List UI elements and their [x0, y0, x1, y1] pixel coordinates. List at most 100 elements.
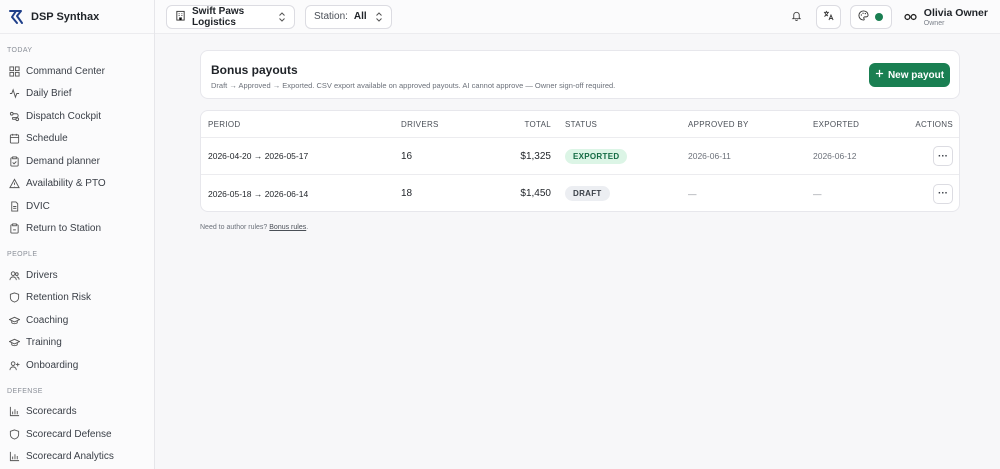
user-plus-icon: [9, 360, 20, 371]
row-actions-button[interactable]: ···: [933, 146, 953, 166]
theme-color-dot: [875, 13, 884, 21]
sidebar-item-coaching[interactable]: Coaching: [0, 309, 154, 332]
warning-triangle-icon: [9, 178, 20, 189]
sidebar-item-label: Coaching: [26, 314, 69, 326]
sidebar-item-label: Demand planner: [26, 155, 100, 167]
cell-drivers: 16: [401, 150, 413, 162]
language-button[interactable]: [815, 5, 841, 29]
sidebar-item-label: Training: [26, 337, 62, 349]
route-icon: [9, 111, 20, 122]
footnote-text: Need to author rules?: [200, 224, 270, 231]
document-icon: [9, 201, 20, 212]
sidebar-item-label: Command Center: [26, 65, 105, 77]
sidebar-item-demand-planner[interactable]: Demand planner: [0, 150, 154, 173]
bar-chart-icon: [9, 406, 20, 417]
user-name: Olivia Owner: [923, 6, 988, 19]
chevron-updown-icon: [375, 11, 383, 22]
page-subtitle: Draft → Approved → Exported. CSV export …: [211, 81, 616, 90]
sidebar: DSP Synthax TODAY Command Center Daily B…: [0, 0, 155, 469]
cell-total: $1,450: [520, 188, 551, 199]
sidebar-item-label: Daily Brief: [26, 88, 72, 100]
section-label-defense: DEFENSE: [7, 387, 43, 395]
payouts-header-card: Bonus payouts Draft → Approved → Exporte…: [200, 50, 960, 99]
sidebar-item-onboarding[interactable]: Onboarding: [0, 354, 154, 377]
footnote-end: .: [306, 224, 309, 231]
translate-icon: [823, 8, 834, 26]
calendar-icon: [9, 133, 20, 144]
sidebar-item-label: Availability & PTO: [26, 178, 106, 190]
sidebar-item-training[interactable]: Training: [0, 332, 154, 355]
column-header-period: PERIOD: [208, 119, 241, 129]
org-name: Swift Paws Logistics: [192, 5, 245, 28]
status-badge: DRAFT: [565, 186, 610, 201]
graduation-cap-icon: [9, 315, 20, 326]
chevron-updown-icon: [278, 11, 286, 22]
station-selector[interactable]: Station: All: [305, 4, 392, 29]
avatar-icon: [904, 8, 917, 26]
cell-actions: ···: [933, 146, 953, 166]
cell-period: 2026-05-18 → 2026-06-14: [208, 188, 309, 199]
table-row[interactable]: 2026-04-20 → 2026-05-17 16 $1,325 EXPORT…: [201, 138, 959, 175]
column-header-drivers: DRIVERS: [401, 119, 439, 129]
sidebar-item-scorecard-defense[interactable]: Scorecard Defense: [0, 423, 154, 446]
footnote: Need to author rules? Bonus rules.: [200, 224, 308, 231]
sidebar-item-label: Scorecards: [26, 406, 77, 418]
topbar-actions: Olivia Owner Owner: [787, 5, 988, 29]
sidebar-item-label: Onboarding: [26, 359, 79, 371]
sidebar-item-scorecards[interactable]: Scorecards: [0, 401, 154, 424]
users-icon: [9, 270, 20, 281]
brand-logo-icon: [8, 9, 24, 25]
app-shell: DSP Synthax TODAY Command Center Daily B…: [0, 0, 1000, 469]
cell-approved-by: —: [688, 188, 697, 199]
main-content: Swift Paws Logistics Station: All Olivia…: [155, 0, 1000, 469]
sidebar-item-drivers[interactable]: Drivers: [0, 264, 154, 287]
user-menu[interactable]: Olivia Owner Owner: [904, 7, 988, 28]
theme-button[interactable]: [849, 5, 892, 29]
building-icon: [175, 10, 186, 24]
shield-icon: [9, 429, 20, 440]
sidebar-item-command-center[interactable]: Command Center: [0, 60, 154, 83]
bonus-rules-link[interactable]: Bonus rules: [269, 224, 306, 231]
page-title: Bonus payouts: [211, 63, 298, 77]
plus-icon: [875, 69, 884, 81]
cell-approved-by: 2026-06-11: [688, 151, 731, 161]
sidebar-item-availability-pto[interactable]: Availability & PTO: [0, 173, 154, 196]
org-selector[interactable]: Swift Paws Logistics: [166, 4, 295, 29]
cell-exported: —: [813, 188, 822, 199]
station-label: Station:: [314, 11, 348, 22]
graduation-cap-icon: [9, 337, 20, 348]
sidebar-item-dispatch-cockpit[interactable]: Dispatch Cockpit: [0, 105, 154, 128]
sidebar-item-daily-brief[interactable]: Daily Brief: [0, 83, 154, 106]
bell-icon: [791, 8, 802, 26]
cell-actions: ···: [933, 183, 953, 204]
station-value: All: [353, 11, 367, 22]
column-header-actions: ACTIONS: [915, 119, 953, 129]
clipboard-icon: [9, 156, 20, 167]
row-actions-button[interactable]: ···: [933, 183, 953, 204]
sidebar-item-retention-risk[interactable]: Retention Risk: [0, 287, 154, 310]
column-header-status: STATUS: [565, 119, 598, 129]
section-label-people: PEOPLE: [7, 251, 38, 258]
brand-name: DSP Synthax: [31, 10, 100, 23]
sidebar-item-dvic[interactable]: DVIC: [0, 195, 154, 218]
user-role: Owner: [923, 19, 945, 27]
cell-status: DRAFT: [565, 186, 610, 201]
sidebar-item-label: Dispatch Cockpit: [26, 110, 102, 122]
sidebar-item-label: Retention Risk: [26, 292, 92, 304]
palette-icon: [858, 8, 869, 26]
table-row[interactable]: 2026-05-18 → 2026-06-14 18 $1,450 DRAFT …: [201, 175, 959, 211]
table-header-row: PERIOD DRIVERS TOTAL STATUS APPROVED BY …: [201, 111, 959, 138]
sidebar-item-return-to-station[interactable]: Return to Station: [0, 218, 154, 241]
sidebar-item-label: Scorecard Defense: [26, 428, 112, 440]
cell-status: EXPORTED: [565, 148, 628, 164]
sidebar-item-label: DVIC: [26, 200, 50, 212]
new-payout-button[interactable]: New payout: [869, 63, 950, 87]
brand[interactable]: DSP Synthax: [0, 0, 154, 34]
section-label-today: TODAY: [7, 47, 33, 54]
sidebar-item-scorecard-analytics[interactable]: Scorecard Analytics: [0, 446, 154, 469]
shield-icon: [9, 292, 20, 303]
sidebar-item-schedule[interactable]: Schedule: [0, 128, 154, 151]
notifications-button[interactable]: [787, 5, 807, 29]
cell-period: 2026-04-20 → 2026-05-17: [208, 151, 309, 161]
sidebar-item-label: Return to Station: [26, 223, 102, 235]
